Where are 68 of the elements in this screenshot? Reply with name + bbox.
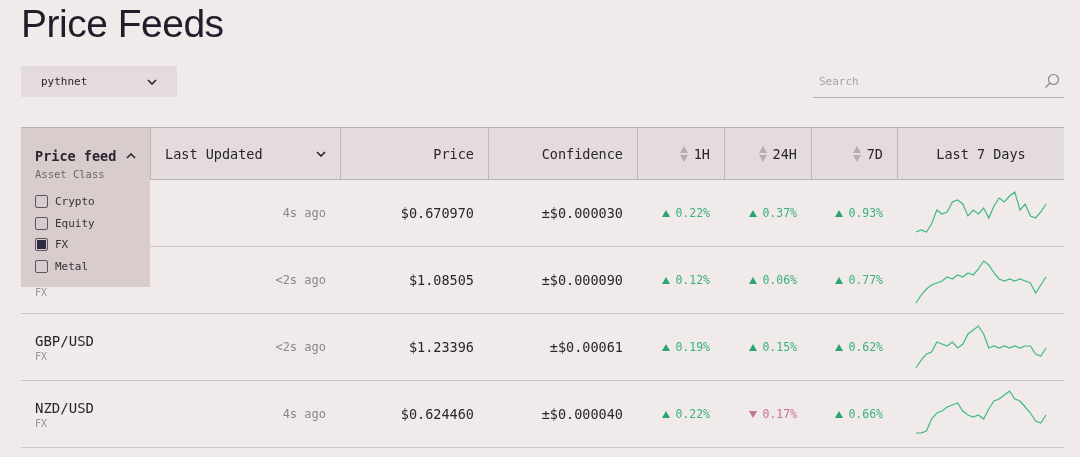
column-header[interactable]: 1H: [637, 128, 724, 180]
search-icon: [1044, 73, 1060, 89]
filter-option[interactable]: FX: [35, 234, 136, 256]
triangle-up-icon: [749, 209, 758, 217]
triangle-up-icon: [835, 209, 844, 217]
change-value: 0.06%: [749, 273, 797, 287]
network-select[interactable]: pythnet: [21, 66, 177, 97]
filter-heading: Asset Class: [35, 168, 106, 180]
change-value: 0.37%: [749, 206, 797, 220]
feed-name: NZD/USD: [35, 399, 94, 416]
caret-down-icon: [316, 150, 326, 157]
asset-class: FX: [35, 417, 48, 429]
triangle-up-icon: [835, 410, 844, 418]
filter-option[interactable]: Crypto: [35, 191, 136, 213]
triangle-up-icon: [662, 209, 671, 217]
caret-down-icon: [147, 78, 157, 85]
caret-up-icon: [126, 153, 136, 159]
page-title: Price Feeds: [21, 1, 225, 47]
updated-time: 4s ago: [282, 407, 326, 421]
checkbox[interactable]: [35, 238, 48, 252]
price-value: $1.23396: [408, 339, 474, 355]
confidence-value: ±$0.000030: [541, 205, 623, 221]
confidence-value: ±$0.000040: [541, 406, 623, 422]
column-header[interactable]: 7D: [811, 128, 897, 180]
column-title: Price feed: [35, 148, 117, 164]
column-header[interactable]: Confidence: [488, 128, 637, 180]
price-value: $0.670970: [400, 205, 474, 221]
feed-name: GBP/USD: [35, 332, 94, 349]
filter-option[interactable]: Metal: [35, 255, 136, 277]
asset-class: FX: [35, 350, 48, 362]
checkbox[interactable]: [35, 195, 48, 209]
change-value: 0.19%: [662, 340, 710, 354]
change-value: 0.12%: [662, 273, 710, 287]
triangle-up-icon: [662, 276, 671, 284]
filter-option[interactable]: Equity: [35, 212, 136, 234]
change-value: 0.22%: [662, 206, 710, 220]
change-value: 0.17%: [749, 407, 797, 421]
column-header[interactable]: Last Updated: [150, 128, 340, 180]
checkbox[interactable]: [35, 216, 48, 230]
column-header[interactable]: Last 7 Days: [897, 128, 1064, 180]
price-value: $0.624460: [400, 406, 474, 422]
sort-icon: [679, 145, 688, 162]
triangle-down-icon: [749, 410, 758, 418]
sort-icon: [758, 145, 767, 162]
updated-time: <2s ago: [275, 340, 326, 354]
confidence-value: ±$0.000090: [541, 272, 623, 288]
checkbox[interactable]: [35, 259, 48, 273]
updated-time: 4s ago: [282, 206, 326, 220]
change-value: 0.66%: [835, 407, 883, 421]
change-value: 0.93%: [835, 206, 883, 220]
updated-time: <2s ago: [275, 273, 326, 287]
change-value: 0.15%: [749, 340, 797, 354]
change-value: 0.62%: [835, 340, 883, 354]
sort-icon: [852, 145, 861, 162]
triangle-up-icon: [835, 343, 844, 351]
triangle-up-icon: [749, 276, 758, 284]
search-field[interactable]: Search: [813, 66, 1064, 98]
confidence-value: ±$0.00061: [549, 339, 623, 355]
column-header[interactable]: 24H: [724, 128, 811, 180]
asset-class: FX: [35, 286, 48, 298]
change-value: 0.77%: [835, 273, 883, 287]
triangle-up-icon: [662, 343, 671, 351]
price-value: $1.08505: [408, 272, 474, 288]
triangle-up-icon: [835, 276, 844, 284]
change-value: 0.22%: [662, 407, 710, 421]
triangle-up-icon: [662, 410, 671, 418]
column-header[interactable]: Price: [340, 128, 488, 180]
triangle-up-icon: [749, 343, 758, 351]
